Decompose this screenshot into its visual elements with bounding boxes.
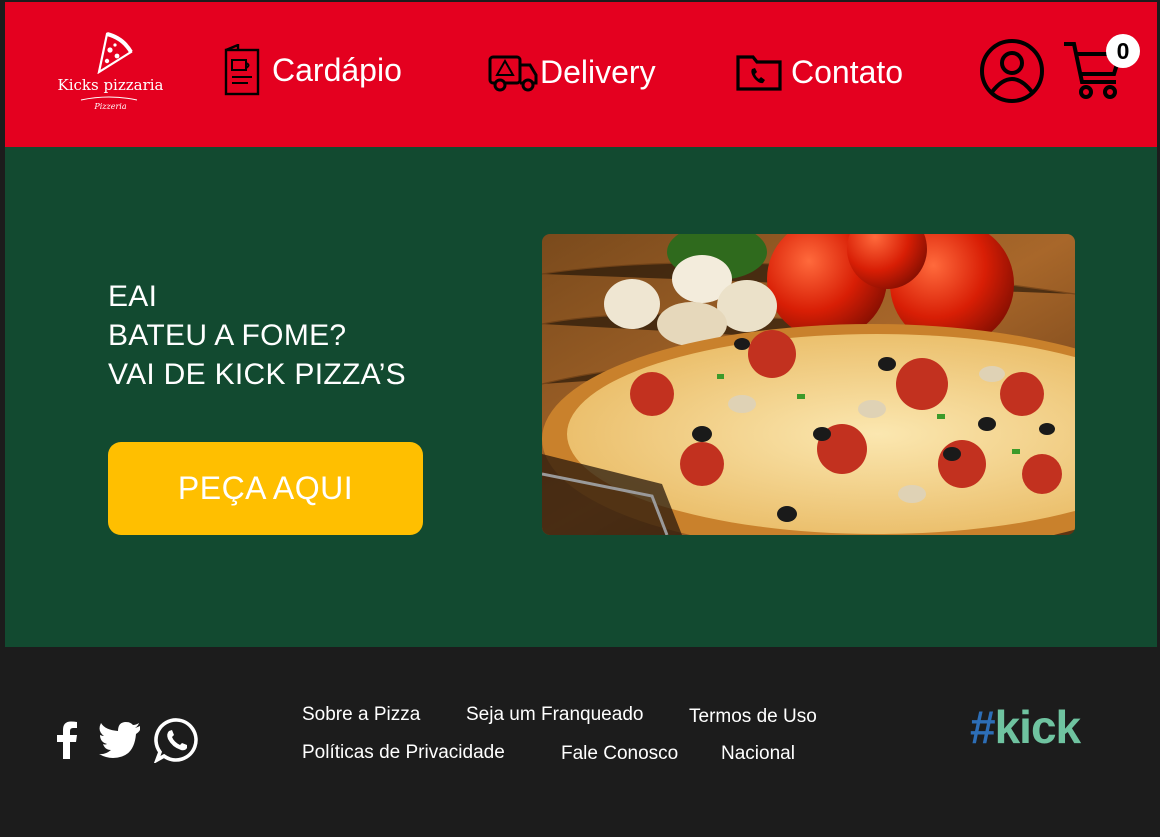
- pizza-slice-icon: [97, 32, 133, 74]
- footer-link-franqueado[interactable]: Seja um Franqueado: [466, 704, 643, 726]
- nav-cardapio-label: Cardápio: [272, 51, 402, 88]
- page-frame: Kicks pizzaria Pizzeria Cardápio Deliver…: [0, 0, 1160, 837]
- footer-link-fale-conosco[interactable]: Fale Conosco: [561, 743, 678, 765]
- brand-word: kick: [994, 701, 1082, 753]
- twitter-icon[interactable]: [99, 722, 141, 758]
- facebook-icon[interactable]: [56, 721, 78, 759]
- pizza-photo: [542, 234, 1075, 535]
- footer-link-termos[interactable]: Termos de Uso: [689, 706, 817, 728]
- footer-link-privacidade[interactable]: Políticas de Privacidade: [302, 742, 505, 764]
- nav-contato-label: Contato: [791, 53, 904, 90]
- brand-hashtag: #kick: [970, 700, 1082, 754]
- footer-link-sobre[interactable]: Sobre a Pizza: [302, 704, 420, 726]
- menu-card-icon: [222, 44, 262, 96]
- delivery-truck-icon: [488, 51, 538, 93]
- nav-delivery[interactable]: Delivery: [488, 42, 656, 102]
- hero-headline: EAI BATEU A FOME? VAI DE KICK PIZZA’S: [108, 277, 406, 394]
- nav-cardapio[interactable]: Cardápio: [222, 40, 402, 100]
- hero-line-3: VAI DE KICK PIZZA’S: [108, 358, 406, 391]
- logo-name: Kicks pizzaria: [57, 76, 164, 94]
- order-now-button[interactable]: PEÇA AQUI: [108, 442, 423, 535]
- nav-contato[interactable]: Contato: [735, 42, 903, 102]
- logo-subtitle: Pizzeria: [94, 102, 127, 111]
- user-icon: [980, 39, 1044, 103]
- hero-section: EAI BATEU A FOME? VAI DE KICK PIZZA’S PE…: [5, 147, 1157, 647]
- hero-line-1: EAI: [108, 280, 158, 313]
- brand-hash: #: [970, 701, 996, 753]
- hero-line-2: BATEU A FOME?: [108, 319, 347, 352]
- footer-link-nacional[interactable]: Nacional: [721, 743, 795, 765]
- nav-delivery-label: Delivery: [540, 53, 656, 90]
- site-header: Kicks pizzaria Pizzeria Cardápio Deliver…: [5, 2, 1157, 147]
- user-account-button[interactable]: [978, 37, 1046, 110]
- whatsapp-icon[interactable]: [154, 717, 200, 763]
- logo[interactable]: Kicks pizzaria Pizzeria: [53, 32, 168, 120]
- cart-count-badge: 0: [1106, 34, 1140, 68]
- phone-folder-icon: [735, 51, 783, 93]
